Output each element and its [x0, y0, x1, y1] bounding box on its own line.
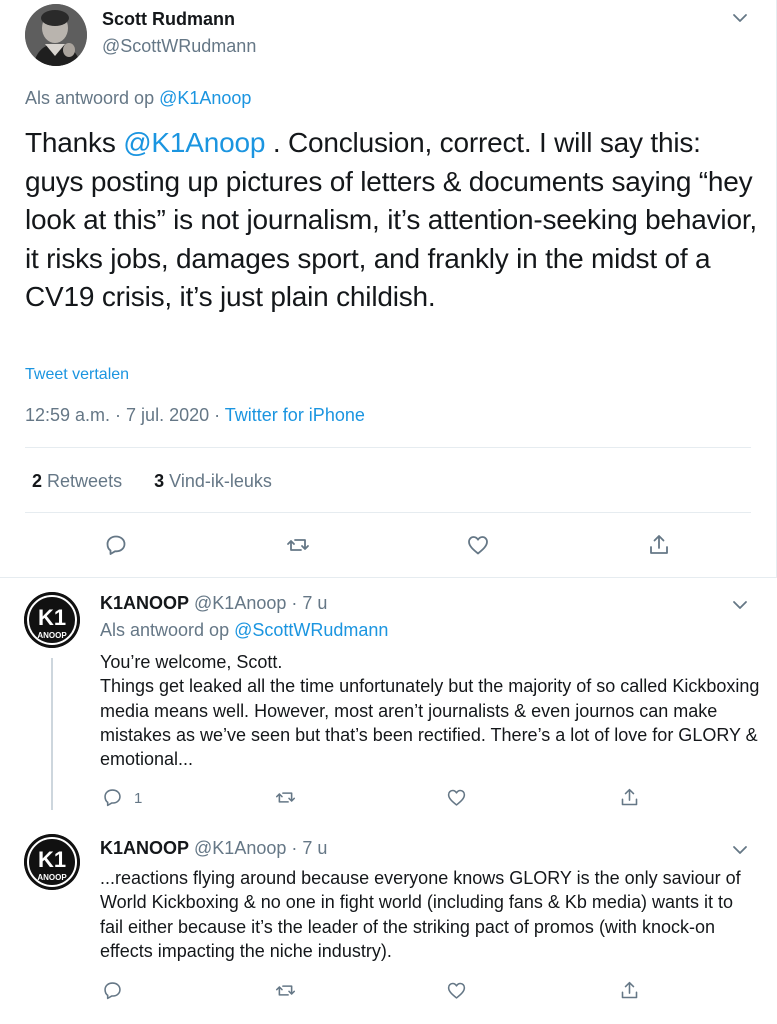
translate-link[interactable]: Tweet vertalen — [25, 366, 129, 384]
retweets-label: Retweets — [47, 471, 123, 491]
author-handle[interactable]: @ScottWRudmann — [102, 36, 256, 57]
reply-count: 1 — [134, 790, 143, 807]
reply-icon[interactable] — [104, 533, 128, 557]
likes-count: 3 — [154, 471, 165, 491]
source-link[interactable]: Twitter for iPhone — [225, 405, 365, 425]
tweet-text: Thanks @K1Anoop . Conclusion, correct. I… — [25, 124, 760, 317]
tweet-meta: 12:59 a.m. · 7 jul. 2020 · Twitter for i… — [25, 405, 365, 426]
share-icon[interactable] — [619, 787, 640, 808]
reply-time[interactable]: · 7 u — [286, 838, 327, 858]
mention-link[interactable]: @K1Anoop — [123, 127, 265, 158]
reply-prefix: Als antwoord op — [25, 88, 155, 108]
share-icon[interactable] — [619, 980, 640, 1001]
meta-separator: · — [209, 405, 225, 425]
tweet-actions — [0, 530, 777, 560]
tweet-text: You’re welcome, Scott. Things get leaked… — [100, 650, 760, 771]
timestamp[interactable]: 12:59 a.m. · 7 jul. 2020 — [25, 405, 209, 425]
retweet-icon[interactable] — [275, 980, 296, 1001]
chevron-down-icon[interactable] — [730, 595, 750, 615]
author-name[interactable]: K1ANOOP — [100, 838, 189, 858]
retweet-icon[interactable] — [275, 787, 296, 808]
retweet-icon[interactable] — [286, 533, 310, 557]
avatar-logo-text: K1 — [38, 605, 66, 630]
reply-tweet[interactable]: K1 ANOOP K1ANOOP @K1Anoop · 7 u Als antw… — [0, 579, 777, 822]
reply-time[interactable]: · 7 u — [286, 593, 327, 613]
reply-icon[interactable] — [102, 980, 123, 1001]
tweet-actions: 1 — [0, 785, 777, 811]
tweet-stats: 2 Retweets 3 Vind-ik-leuks — [32, 471, 272, 492]
retweets-count: 2 — [32, 471, 43, 491]
avatar-logo-text: K1 — [38, 847, 66, 872]
share-icon[interactable] — [647, 533, 671, 557]
author-name[interactable]: K1ANOOP — [100, 593, 189, 613]
reply-header: K1ANOOP @K1Anoop · 7 u — [100, 593, 327, 614]
heart-icon[interactable] — [466, 533, 490, 557]
retweets-stat[interactable]: 2 Retweets — [32, 471, 122, 491]
avatar[interactable]: K1 ANOOP — [24, 834, 80, 890]
heart-icon[interactable] — [446, 980, 467, 1001]
reply-to-link[interactable]: @ScottWRudmann — [234, 620, 388, 640]
divider — [25, 512, 751, 513]
likes-stat[interactable]: 3 Vind-ik-leuks — [154, 471, 272, 491]
avatar[interactable]: K1 ANOOP — [24, 592, 80, 648]
tweet-actions — [0, 978, 777, 1004]
reply-to-link[interactable]: @K1Anoop — [159, 88, 251, 108]
tweet-text-start: Thanks — [25, 127, 124, 158]
reply-icon[interactable] — [102, 787, 123, 808]
reply-context: Als antwoord op @ScottWRudmann — [100, 620, 388, 641]
heart-icon[interactable] — [446, 787, 467, 808]
avatar-logo-subtext: ANOOP — [37, 631, 67, 640]
author-handle[interactable]: @K1Anoop — [194, 838, 286, 858]
tweet-text-line: Things get leaked all the time unfortuna… — [100, 676, 760, 770]
divider — [25, 447, 751, 448]
author-handle[interactable]: @K1Anoop — [194, 593, 286, 613]
chevron-down-icon[interactable] — [730, 8, 750, 28]
reply-prefix: Als antwoord op — [100, 620, 230, 640]
tweet-text-line: You’re welcome, Scott. — [100, 652, 283, 672]
avatar-logo-subtext: ANOOP — [37, 873, 67, 882]
main-tweet: Scott Rudmann @ScottWRudmann Als antwoor… — [0, 0, 777, 578]
reply-tweet[interactable]: K1 ANOOP K1ANOOP @K1Anoop · 7 u ...react… — [0, 822, 777, 1024]
avatar[interactable] — [25, 4, 87, 66]
reply-header: K1ANOOP @K1Anoop · 7 u — [100, 838, 327, 859]
likes-label: Vind-ik-leuks — [169, 471, 272, 491]
tweet-text: ...reactions flying around because every… — [100, 868, 741, 961]
chevron-down-icon[interactable] — [730, 840, 750, 860]
reply-context: Als antwoord op @K1Anoop — [25, 88, 251, 109]
author-name[interactable]: Scott Rudmann — [102, 9, 235, 30]
